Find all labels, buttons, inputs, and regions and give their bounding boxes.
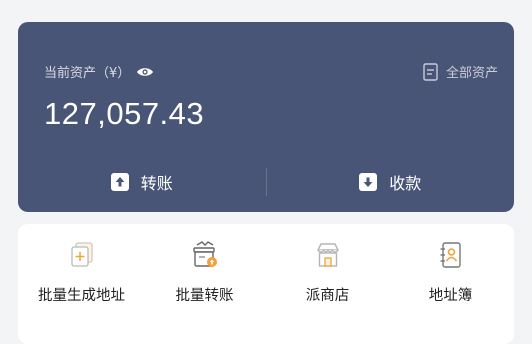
store-label: 派商店	[305, 288, 350, 304]
store-icon	[313, 240, 343, 274]
all-assets-link[interactable]: 全部资产	[423, 62, 498, 81]
balance-amount: 127,057.43	[44, 96, 205, 131]
current-assets-label: 当前资产（¥）	[44, 66, 131, 81]
batch-address-icon	[67, 240, 97, 274]
all-assets-label: 全部资产	[445, 66, 498, 81]
address-book-button[interactable]: 地址簿	[392, 224, 510, 344]
address-book-label: 地址簿	[428, 288, 473, 304]
batch-transfer-icon	[190, 240, 220, 274]
current-assets-label-group: 当前资产（¥）	[44, 62, 154, 81]
receive-button[interactable]: 收款	[267, 170, 515, 194]
asset-actions: 转账 收款	[18, 164, 514, 200]
batch-address-label: 批量生成地址	[38, 288, 125, 304]
batch-transfer-label: 批量转账	[175, 288, 234, 304]
download-arrow-icon	[359, 173, 378, 191]
tools-panel: 批量生成地址 批量转账 派商店 地址簿	[18, 224, 514, 344]
transfer-label: 转账	[140, 174, 173, 193]
eye-icon[interactable]	[136, 66, 154, 78]
transfer-button[interactable]: 转账	[18, 170, 266, 194]
asset-header: 当前资产（¥） 全部资产	[44, 62, 498, 81]
address-book-icon	[436, 240, 466, 274]
asset-card: 当前资产（¥） 全部资产 127,057.43 转账 收款	[18, 22, 514, 212]
upload-arrow-icon	[110, 173, 129, 191]
batch-transfer-button[interactable]: 批量转账	[146, 224, 264, 344]
store-button[interactable]: 派商店	[269, 224, 387, 344]
document-icon	[423, 62, 438, 81]
batch-address-button[interactable]: 批量生成地址	[23, 224, 141, 344]
receive-label: 收款	[389, 174, 422, 193]
